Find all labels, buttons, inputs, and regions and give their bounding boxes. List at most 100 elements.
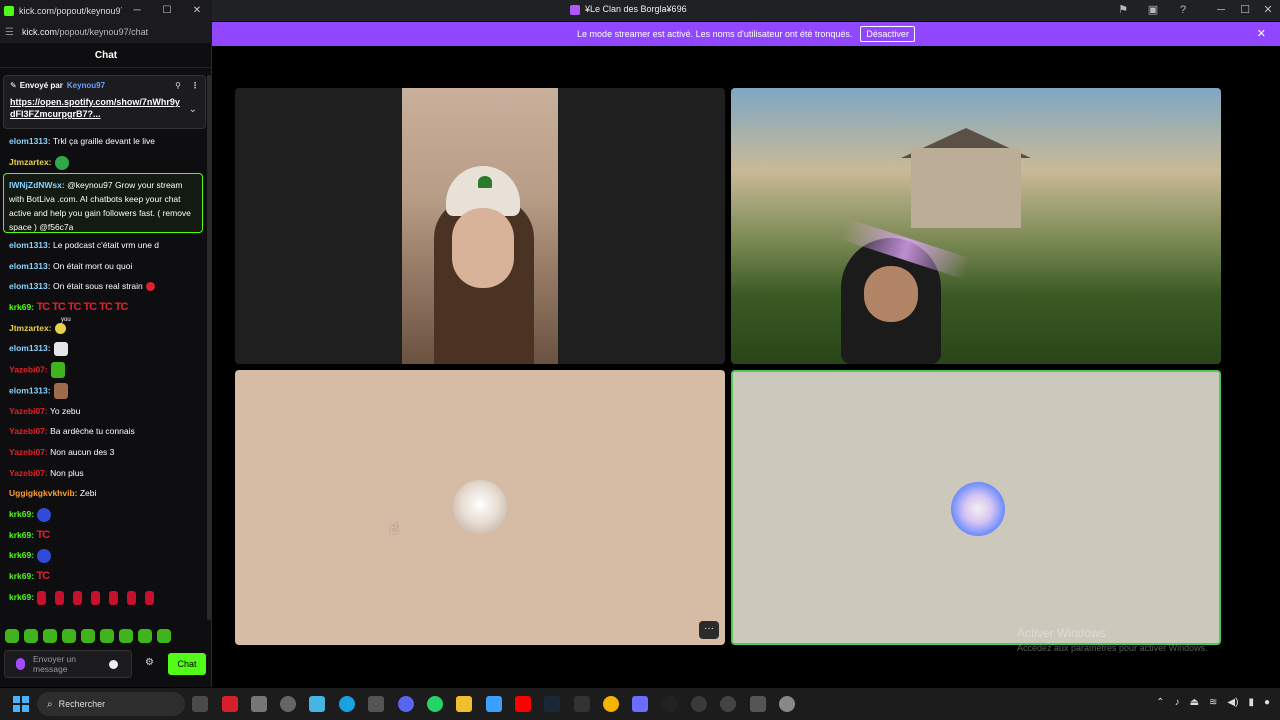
video-tile-1[interactable]: [235, 88, 725, 364]
chat-send-button[interactable]: Chat: [168, 653, 206, 675]
whatsapp-icon[interactable]: [427, 696, 443, 712]
chat-username[interactable]: elom1313:: [9, 281, 51, 291]
chat-username[interactable]: elom1313:: [9, 240, 51, 250]
chrome-icon[interactable]: [603, 696, 619, 712]
pinned-user[interactable]: Keynou97: [67, 81, 105, 90]
webcam-feed: [402, 88, 558, 364]
more-options-icon[interactable]: ⋮: [191, 81, 199, 90]
chat-username[interactable]: elom1313:: [9, 261, 51, 271]
video-tile-2[interactable]: [731, 88, 1221, 364]
flag-icon[interactable]: ⚑: [1117, 4, 1129, 16]
close-icon[interactable]: ✕: [1262, 4, 1274, 16]
app-icon[interactable]: [368, 696, 384, 712]
start-button[interactable]: [13, 696, 29, 712]
chat-username[interactable]: krk69:: [9, 302, 34, 312]
emote-icon[interactable]: [157, 629, 171, 643]
notepad-icon[interactable]: [309, 696, 325, 712]
help-icon[interactable]: ?: [1177, 4, 1189, 16]
maximize-icon[interactable]: ☐: [152, 5, 182, 16]
emote-icon[interactable]: [62, 629, 76, 643]
pinned-message[interactable]: ✎ Envoyé par Keynou97 ⚲ ⋮ https://open.s…: [3, 75, 206, 129]
media-player-icon[interactable]: [280, 696, 296, 712]
battery-icon[interactable]: ▮: [1248, 697, 1254, 708]
eject-icon[interactable]: ⏏: [1190, 697, 1199, 708]
chat-message-input[interactable]: Envoyer un message: [4, 650, 132, 678]
popout-urlbar[interactable]: ☰ kick.com /popout/keynou97/chat: [0, 21, 212, 43]
emote-icon[interactable]: [100, 629, 114, 643]
wifi-icon[interactable]: ≋: [1209, 697, 1217, 708]
chat-username[interactable]: Yazebi07:: [9, 468, 48, 478]
close-icon[interactable]: ✕: [1257, 27, 1266, 40]
chat-message: elom1313: Trkl ça graille devant le live: [9, 134, 155, 148]
app-icon[interactable]: [691, 696, 707, 712]
emote-icon[interactable]: [138, 629, 152, 643]
app-icon[interactable]: [632, 696, 648, 712]
emote-icon: [37, 548, 52, 563]
microphone-icon[interactable]: ♪: [1175, 697, 1180, 708]
chat-settings-icon[interactable]: ⚙: [145, 657, 154, 668]
app-icon[interactable]: [486, 696, 502, 712]
banner-text: Le mode streamer est activé. Les noms d'…: [577, 29, 853, 39]
chat-header: Chat: [0, 44, 212, 68]
chevron-up-icon[interactable]: ⌃: [1156, 697, 1164, 708]
app-icon[interactable]: [750, 696, 766, 712]
emote-icon[interactable]: [24, 629, 38, 643]
tc-emote: TC: [67, 301, 82, 313]
more-options-button[interactable]: ···: [699, 621, 719, 639]
minimize-icon[interactable]: ─: [122, 5, 152, 16]
discord-icon[interactable]: [398, 696, 414, 712]
notification-icon[interactable]: ●: [1264, 697, 1270, 708]
chat-username[interactable]: krk69:: [9, 592, 34, 602]
chat-username[interactable]: elom1313:: [9, 343, 51, 353]
chat-username[interactable]: Uggigkgkvkhvib:: [9, 488, 77, 498]
emoji-picker-icon[interactable]: [109, 659, 118, 669]
chat-username[interactable]: Yazebi07:: [9, 364, 48, 374]
chat-username[interactable]: Yazebi07:: [9, 447, 48, 457]
emote-icon[interactable]: [119, 629, 133, 643]
taskview-icon[interactable]: [192, 696, 208, 712]
chat-username[interactable]: krk69:: [9, 530, 34, 540]
chat-message: Jtmzartex:: [9, 155, 69, 170]
chat-username[interactable]: elom1313:: [9, 136, 51, 146]
chat-username[interactable]: krk69:: [9, 509, 34, 519]
app-icon[interactable]: [222, 696, 238, 712]
screen-share-icon[interactable]: ▣: [1147, 4, 1159, 16]
chat-username[interactable]: elom1313:: [9, 385, 51, 395]
settings-icon[interactable]: [779, 696, 795, 712]
chat-scrollbar[interactable]: [207, 75, 211, 620]
app-icon[interactable]: [720, 696, 736, 712]
emote-icon: [37, 590, 47, 605]
voice-tile-4-speaking[interactable]: [731, 370, 1221, 645]
chat-username[interactable]: IWNjZdNWsx:: [9, 180, 65, 190]
file-explorer-icon[interactable]: [456, 696, 472, 712]
emote-icon[interactable]: [43, 629, 57, 643]
emote-icon[interactable]: [81, 629, 95, 643]
epic-games-icon[interactable]: [574, 696, 590, 712]
house-shape: [911, 148, 1021, 228]
steam-icon[interactable]: [544, 696, 560, 712]
emote-icon[interactable]: [5, 629, 19, 643]
youtube-icon[interactable]: [515, 696, 531, 712]
disable-streamer-mode-button[interactable]: Désactiver: [860, 26, 915, 42]
chat-username[interactable]: krk69:: [9, 571, 34, 581]
site-settings-icon[interactable]: ☰: [5, 27, 17, 38]
microphone-icon[interactable]: [16, 658, 25, 670]
unreal-icon[interactable]: [662, 696, 678, 712]
minimize-icon[interactable]: ─: [1215, 4, 1227, 16]
close-icon[interactable]: ✕: [182, 5, 212, 16]
chat-username[interactable]: Jtmzartex:: [9, 323, 52, 333]
edge-icon[interactable]: [339, 696, 355, 712]
chat-username[interactable]: Jtmzartex:: [9, 157, 52, 167]
voice-tile-3[interactable]: ···: [235, 370, 725, 645]
volume-icon[interactable]: ◀): [1227, 697, 1238, 708]
taskbar-search[interactable]: ⌕ Rechercher: [37, 692, 185, 716]
pinned-link[interactable]: https://open.spotify.com/show/7nWhr9ydFI…: [10, 96, 185, 120]
unpin-icon[interactable]: ⚲: [175, 81, 181, 90]
chat-message: Yazebi07: Non plus: [9, 466, 84, 480]
app-icon[interactable]: [251, 696, 267, 712]
chat-username[interactable]: Yazebi07:: [9, 426, 48, 436]
maximize-icon[interactable]: ☐: [1239, 4, 1251, 16]
chat-username[interactable]: krk69:: [9, 550, 34, 560]
chat-username[interactable]: Yazebi07:: [9, 406, 48, 416]
chevron-down-icon[interactable]: ⌄: [189, 104, 197, 115]
